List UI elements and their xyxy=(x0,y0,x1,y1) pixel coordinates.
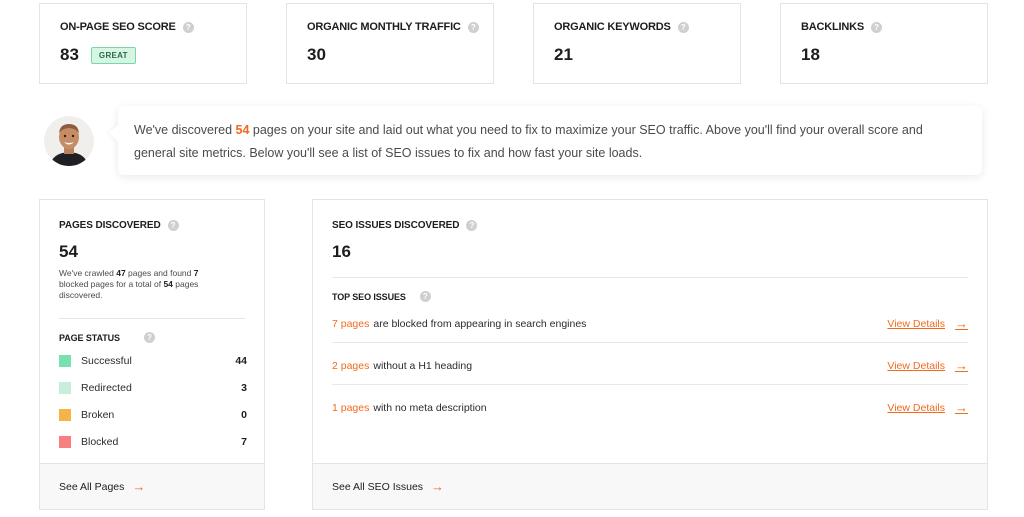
seo-issues-card: SEO ISSUES DISCOVERED ? 16 TOP SEO ISSUE… xyxy=(312,199,988,510)
divider xyxy=(332,277,968,278)
metric-card-organic-traffic: ORGANIC MONTHLY TRAFFIC ? 30 xyxy=(286,3,494,84)
metric-value: 21 xyxy=(554,45,573,64)
page-status-title: PAGE STATUS xyxy=(59,332,120,343)
status-row-blocked: Blocked 7 xyxy=(59,436,247,448)
issue-row: 2 pages without a H1 heading View Detail… xyxy=(332,358,968,373)
help-icon[interactable]: ? xyxy=(466,220,478,231)
metric-card-backlinks: BACKLINKS ? 18 xyxy=(780,3,988,84)
blocked-swatch xyxy=(59,436,71,448)
arrow-right-icon: → xyxy=(132,479,146,494)
help-icon[interactable]: ? xyxy=(467,21,479,33)
section-title: PAGES DISCOVERED xyxy=(59,220,161,231)
issue-row: 7 pages are blocked from appearing in se… xyxy=(332,316,968,331)
help-icon[interactable]: ? xyxy=(167,220,179,231)
view-details-link[interactable]: View Details → xyxy=(887,316,968,331)
metric-value: 18 xyxy=(801,45,820,64)
section-title: SEO ISSUES DISCOVERED xyxy=(332,220,460,231)
redirected-swatch xyxy=(59,382,71,394)
top-issues-title: TOP SEO ISSUES xyxy=(332,291,406,302)
status-row-successful: Successful 44 xyxy=(59,355,247,367)
intro-page-count: 54 xyxy=(235,123,250,137)
see-all-pages-link[interactable]: See All Pages → xyxy=(40,463,264,509)
see-all-seo-issues-link[interactable]: See All SEO Issues → xyxy=(313,463,987,509)
intro-message: We've discovered 54 pages on your site a… xyxy=(118,106,982,175)
successful-swatch xyxy=(59,355,71,367)
arrow-right-icon: → xyxy=(955,400,968,415)
status-badge: GREAT xyxy=(90,46,136,64)
metric-title: ORGANIC MONTHLY TRAFFIC xyxy=(307,21,461,33)
avatar-portrait-icon xyxy=(44,116,94,166)
metric-value: 83 xyxy=(60,45,79,64)
pages-count: 54 xyxy=(59,242,78,261)
arrow-right-icon: → xyxy=(955,358,968,373)
broken-swatch xyxy=(59,409,71,421)
arrow-right-icon: → xyxy=(955,316,968,331)
help-icon[interactable]: ? xyxy=(143,332,155,343)
divider xyxy=(332,384,968,385)
metric-title: ORGANIC KEYWORDS xyxy=(554,21,671,33)
metric-title: ON-PAGE SEO SCORE xyxy=(60,21,176,33)
issues-count: 16 xyxy=(332,242,351,261)
help-icon[interactable]: ? xyxy=(870,21,882,33)
divider xyxy=(59,318,245,319)
status-row-redirected: Redirected 3 xyxy=(59,382,247,394)
pages-discovered-card: PAGES DISCOVERED ? 54 We've crawled 47 p… xyxy=(39,199,265,510)
metric-card-organic-keywords: ORGANIC KEYWORDS ? 21 xyxy=(533,3,741,84)
view-details-link[interactable]: View Details → xyxy=(887,400,968,415)
avatar xyxy=(44,116,94,166)
help-icon[interactable]: ? xyxy=(182,21,194,33)
metric-value: 30 xyxy=(307,45,326,64)
help-icon[interactable]: ? xyxy=(419,291,431,302)
metric-card-seo-score: ON-PAGE SEO SCORE ? 83 GREAT xyxy=(39,3,247,84)
issue-row: 1 pages with no meta description View De… xyxy=(332,400,968,415)
arrow-right-icon: → xyxy=(431,479,445,494)
status-row-broken: Broken 0 xyxy=(59,409,247,421)
help-icon[interactable]: ? xyxy=(677,21,689,33)
metric-title: BACKLINKS xyxy=(801,21,864,33)
divider xyxy=(332,342,968,343)
pages-description: We've crawled 47 pages and found 7 block… xyxy=(59,268,199,300)
view-details-link[interactable]: View Details → xyxy=(887,358,968,373)
